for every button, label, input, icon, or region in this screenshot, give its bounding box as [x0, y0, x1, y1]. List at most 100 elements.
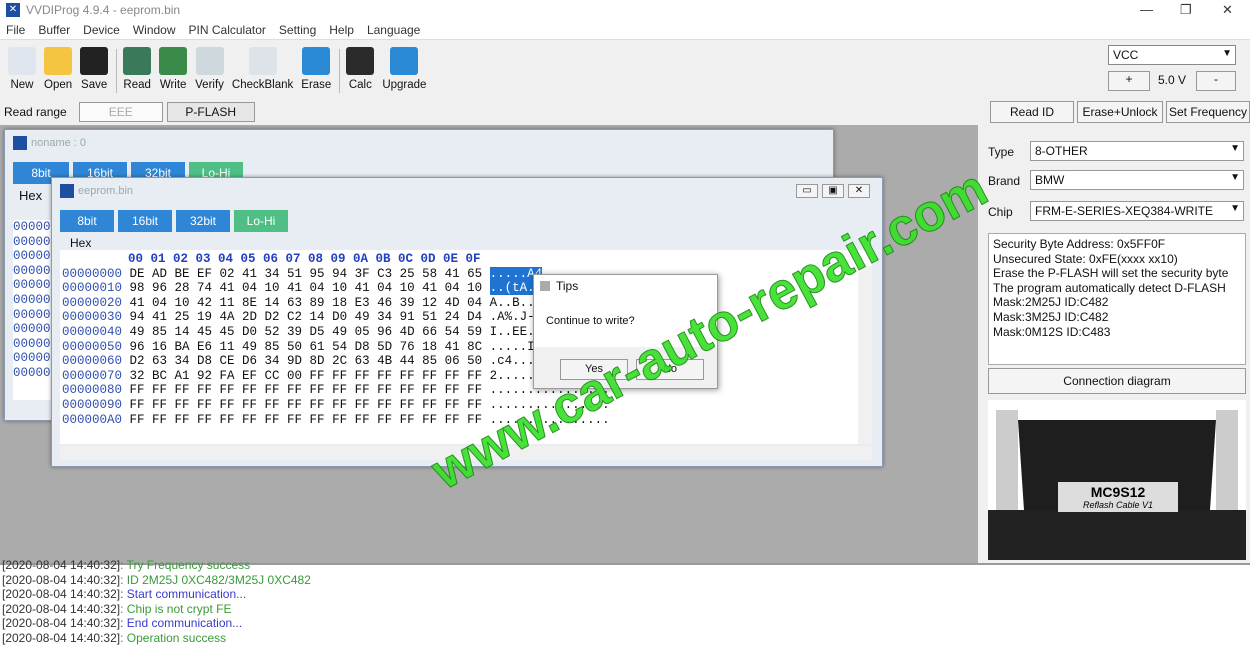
write-button[interactable]: Write [159, 41, 188, 99]
row-hex[interactable]: 94 41 25 19 4A 2D D2 C2 14 D0 49 34 91 5… [130, 310, 483, 324]
row-hex[interactable]: 49 85 14 45 45 D0 52 39 D5 49 05 96 4D 6… [130, 325, 483, 339]
new-file-icon [8, 47, 36, 75]
log-entry: [2020-08-04 14:40:32]: Chip is not crypt… [2, 602, 1250, 617]
menu-window[interactable]: Window [133, 23, 176, 37]
button-label: New [10, 79, 34, 91]
open-button[interactable]: Open [44, 41, 72, 99]
address-stub: 00000 [13, 351, 51, 366]
read-range-label: Read range [4, 105, 67, 119]
checkblank-button[interactable]: CheckBlank [232, 41, 293, 99]
info-line: Mask:0M12S ID:C483 [993, 324, 1111, 339]
button-label: Save [81, 79, 108, 91]
window-title: noname : 0 [31, 137, 87, 149]
read-chip-icon [123, 47, 152, 75]
voltage-minus-button[interactable]: - [1196, 71, 1236, 91]
chip-select[interactable]: FRM-E-SERIES-XEQ384-WRITE ▼ [1030, 201, 1244, 221]
menu-setting[interactable]: Setting [279, 23, 316, 37]
read-range-bar: Read range EEE P-FLASH [0, 100, 980, 124]
minimize-button[interactable]: ▭ [796, 184, 818, 198]
close-button[interactable]: ✕ [1222, 2, 1233, 18]
log-entry: [2020-08-04 14:40:32]: Start communicati… [2, 587, 1250, 602]
address-stub: 00000 [13, 365, 51, 380]
button-label: Verify [195, 79, 224, 91]
tab-32bit[interactable]: 32bit [176, 210, 230, 232]
power-select[interactable]: VCC ▼ [1108, 45, 1236, 65]
chevron-down-icon: ▼ [1230, 172, 1240, 183]
row-address: 00000070 [62, 368, 123, 383]
type-select[interactable]: 8-OTHER ▼ [1030, 141, 1244, 161]
row-address: 00000060 [62, 354, 123, 369]
mc9s12-cable-icon: MC9S12 Reflash Cable V1 [988, 410, 1246, 560]
row-hex[interactable]: FF FF FF FF FF FF FF FF FF FF FF FF FF F… [130, 413, 483, 427]
vertical-scrollbar[interactable] [858, 266, 872, 444]
verify-button[interactable]: Verify [195, 41, 224, 99]
address-column: 00000 00000 00000 00000 00000 00000 00000 00000… [13, 220, 53, 400]
hex-row: 00000090 FF FF FF FF FF FF FF FF FF FF F… [62, 398, 872, 413]
erase-button[interactable]: Erase [301, 41, 331, 99]
brand-select[interactable]: BMW ▼ [1030, 170, 1244, 190]
save-button[interactable]: Save [80, 41, 109, 99]
hex-group-label: Hex [70, 236, 92, 250]
menu-buffer[interactable]: Buffer [38, 23, 70, 37]
chip-info-box[interactable]: Security Byte Address: 0x5FF0F Unsecured … [988, 233, 1246, 365]
tab-lo-hi[interactable]: Lo-Hi [234, 210, 288, 232]
row-hex[interactable]: 98 96 28 74 41 04 10 41 04 10 41 04 10 4… [130, 281, 483, 295]
read-button[interactable]: Read [123, 41, 152, 99]
maximize-button[interactable]: ❐ [1180, 2, 1192, 18]
address-stub: 00000 [13, 220, 51, 234]
address-stub: 00000 [13, 249, 51, 264]
app-logo-icon [60, 184, 74, 198]
log-time: [2020-08-04 14:40:32] [2, 616, 121, 631]
menu-device[interactable]: Device [83, 23, 120, 37]
minimize-button[interactable]: — [1140, 2, 1153, 17]
connection-diagram-button[interactable]: Connection diagram [988, 368, 1246, 394]
row-hex[interactable]: FF FF FF FF FF FF FF FF FF FF FF FF FF F… [130, 383, 483, 397]
upgrade-button[interactable]: Upgrade [382, 41, 426, 99]
log-message: : Chip is not crypt FE [120, 601, 232, 616]
row-address: 00000040 [62, 324, 123, 339]
tab-8bit[interactable]: 8bit [60, 210, 114, 232]
button-label: Read [123, 79, 151, 91]
button-label: Upgrade [382, 79, 427, 91]
power-select-value: VCC [1113, 48, 1139, 62]
calc-button[interactable]: Calc [346, 41, 375, 99]
row-hex[interactable]: 96 16 BA E6 11 49 85 50 61 54 D8 5D 76 1… [130, 340, 483, 354]
info-line: Erase the P-FLASH will set the security … [993, 266, 1229, 281]
row-hex[interactable]: D2 63 34 D8 CE D6 34 9D 8D 2C 63 4B 44 8… [130, 354, 483, 368]
address-stub: 00000 [13, 234, 51, 249]
tab-16bit[interactable]: 16bit [118, 210, 172, 232]
log-entry: [2020-08-04 14:40:32]: ID 2M25J 0XC482/3… [2, 573, 1250, 588]
type-value: 8-OTHER [1035, 144, 1088, 158]
menu-file[interactable]: File [6, 23, 25, 37]
window-controls: ▭ ▣ ✕ [796, 184, 870, 198]
verify-icon [195, 47, 224, 75]
type-label: Type [988, 145, 1015, 159]
row-hex[interactable]: FF FF FF FF FF FF FF FF FF FF FF FF FF F… [130, 398, 483, 412]
row-hex[interactable]: 41 04 10 42 11 8E 14 63 89 18 E3 46 39 1… [130, 296, 483, 310]
pflash-button[interactable]: P-FLASH [166, 102, 255, 122]
log-time: [2020-08-04 14:40:32] [2, 558, 121, 572]
log-message: : Operation success [120, 630, 227, 645]
voltage-plus-button[interactable]: + [1108, 71, 1150, 91]
read-id-button[interactable]: Read ID [990, 101, 1074, 123]
brand-label: Brand [988, 174, 1021, 188]
maximize-button[interactable]: ▣ [822, 184, 844, 198]
menu-language[interactable]: Language [367, 23, 420, 37]
new-button[interactable]: New [8, 41, 36, 99]
menu-pin-calculator[interactable]: PIN Calculator [189, 23, 266, 37]
row-hex[interactable]: DE AD BE EF 02 41 34 51 95 94 3F C3 25 5… [130, 267, 483, 281]
row-hex[interactable]: 32 BC A1 92 FA EF CC 00 FF FF FF FF FF F… [130, 369, 483, 383]
hex-row: 00000070 32 BC A1 92 FA EF CC 00 FF FF F… [62, 369, 872, 384]
set-frequency-button[interactable]: Set Frequency [1166, 101, 1250, 123]
close-button[interactable]: ✕ [848, 184, 870, 198]
hex-group-label: Hex [19, 188, 43, 203]
button-label: CheckBlank [231, 79, 294, 91]
menu-help[interactable]: Help [329, 23, 354, 37]
eee-button[interactable]: EEE [78, 102, 163, 122]
log-entry: [2020-08-04 14:40:32]: Operation success [2, 631, 1250, 646]
folder-icon [44, 47, 73, 75]
erase-unlock-button[interactable]: Erase+Unlock [1077, 101, 1163, 123]
log-message: : Start communication... [120, 587, 247, 602]
toolbar-separator [339, 49, 341, 93]
upgrade-arrow-icon [390, 47, 419, 75]
